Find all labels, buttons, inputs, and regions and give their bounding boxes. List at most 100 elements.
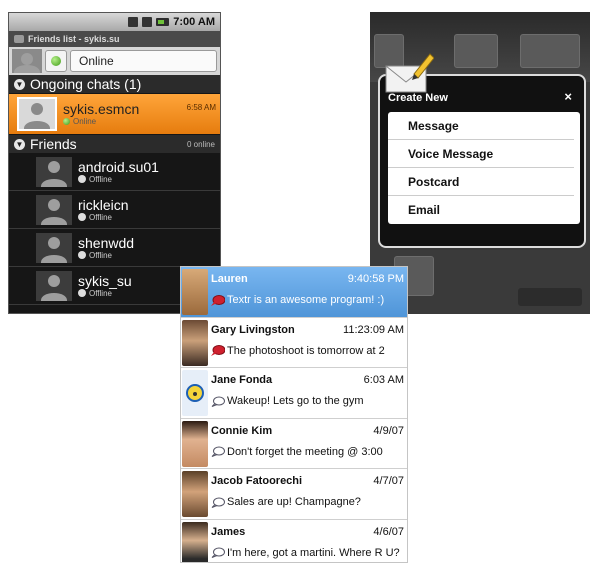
signal-icon	[142, 17, 153, 27]
conversation-row[interactable]: James 4/6/07 I'm here, got a martini. Wh…	[181, 519, 407, 562]
chat-time: 6:58 AM	[186, 103, 216, 112]
friend-name: shenwdd	[78, 234, 135, 251]
contact-name: Gary Livingston	[211, 323, 295, 336]
create-new-dialog: Create New × Message Voice Message Postc…	[378, 74, 586, 248]
avatar	[36, 194, 72, 225]
data-icon	[128, 17, 139, 27]
chat-row[interactable]: sykis.esmcn Online 6:58 AM	[9, 94, 220, 134]
conversation-row[interactable]: Jacob Fatoorechi 4/7/07 Sales are up! Ch…	[181, 469, 407, 520]
friend-row[interactable]: rickleicn Offline	[9, 191, 220, 229]
battery-icon	[156, 18, 170, 26]
message-preview: I'm here, got a martini. Where R U?	[211, 547, 400, 559]
chevron-down-icon: ▼	[14, 138, 25, 150]
conversation-row[interactable]: Gary Livingston 11:23:09 AM The photosho…	[181, 317, 407, 368]
background-tile	[454, 34, 498, 68]
avatar	[36, 156, 72, 187]
online-status-icon	[51, 56, 61, 66]
read-bubble-icon	[211, 497, 225, 508]
background-button	[518, 288, 582, 306]
menu-item-voice-message[interactable]: Voice Message	[388, 140, 574, 168]
title-bar: Friends list - sykis.su	[9, 31, 220, 47]
message-text: Don't forget the meeting @ 3:00	[227, 445, 383, 458]
friend-name: rickleicn	[78, 196, 129, 213]
message-time: 11:23:09 AM	[343, 323, 404, 336]
friends-header[interactable]: ▼ Friends 0 online	[9, 135, 220, 153]
background-tile	[520, 34, 580, 68]
status-bar: 7:00 AM	[9, 13, 220, 31]
message-preview: The photoshoot is tomorrow at 2	[211, 345, 385, 357]
message-preview: Don't forget the meeting @ 3:00	[211, 446, 383, 458]
read-bubble-icon	[211, 396, 225, 407]
friend-status-label: Offline	[89, 250, 112, 260]
offline-status-icon	[78, 289, 86, 297]
friend-status-label: Offline	[89, 288, 112, 298]
ongoing-chats-label: Ongoing chats (1)	[30, 76, 142, 92]
offline-status-icon	[78, 213, 86, 221]
contact-name: Jane Fonda	[211, 374, 273, 386]
window-title: Friends list - sykis.su	[28, 34, 120, 44]
friend-status: Offline	[78, 213, 129, 222]
chat-contact-name: sykis.esmcn	[63, 101, 140, 117]
avatar	[182, 370, 208, 416]
create-new-menu: Message Voice Message Postcard Email	[388, 112, 580, 224]
friends-label: Friends	[30, 136, 77, 152]
avatar	[182, 521, 208, 562]
message-time: 4/9/07	[373, 424, 404, 437]
friend-status-label: Offline	[89, 174, 112, 184]
status-clock: 7:00 AM	[173, 16, 215, 28]
message-text: The photoshoot is tomorrow at 2	[227, 344, 385, 357]
message-time: 9:40:58 PM	[347, 273, 404, 285]
read-bubble-icon	[211, 446, 225, 457]
chevron-down-icon: ▼	[14, 78, 25, 90]
message-time: 4/7/07	[373, 475, 404, 487]
unread-bubble-icon	[211, 345, 225, 356]
friend-row[interactable]: shenwdd Offline	[9, 229, 220, 267]
menu-item-postcard[interactable]: Postcard	[388, 168, 574, 196]
presence-row: Online	[9, 47, 220, 75]
message-text: Sales are up! Champagne?	[227, 496, 361, 508]
message-text: Wakeup! Lets go to the gym	[227, 395, 364, 407]
offline-status-icon	[78, 175, 86, 183]
presence-select[interactable]: Online	[70, 50, 217, 72]
avatar	[182, 471, 208, 517]
message-time: 6:03 AM	[363, 374, 404, 386]
message-preview: Textr is an awesome program! :)	[211, 294, 384, 306]
contact-name: James	[211, 525, 246, 538]
message-preview: Wakeup! Lets go to the gym	[211, 395, 364, 407]
contact-name: Lauren	[211, 273, 248, 285]
conversation-row[interactable]: Jane Fonda 6:03 AM Wakeup! Lets go to th…	[181, 368, 407, 419]
message-time: 4/6/07	[373, 525, 404, 538]
friends-online-count: 0 online	[186, 139, 215, 149]
read-bubble-icon	[211, 547, 225, 558]
avatar	[36, 270, 72, 301]
contact-name: Connie Kim	[211, 424, 273, 437]
ongoing-chats-header[interactable]: ▼ Ongoing chats (1)	[9, 75, 220, 93]
chat-status-label: Online	[73, 117, 97, 126]
avatar	[182, 420, 208, 467]
presence-status-button[interactable]	[45, 50, 67, 72]
avatar	[36, 232, 72, 263]
my-avatar[interactable]	[12, 49, 42, 73]
message-text: Textr is an awesome program! :)	[227, 294, 385, 306]
avatar	[17, 97, 57, 131]
conversation-row[interactable]: Lauren 9:40:58 PM Textr is an awesome pr…	[181, 267, 407, 318]
close-icon[interactable]: ×	[564, 89, 572, 104]
friend-status: Offline	[78, 251, 134, 260]
contact-name: Jacob Fatoorechi	[211, 475, 303, 487]
menu-item-email[interactable]: Email	[388, 196, 574, 224]
friend-row[interactable]: android.su01 Offline	[9, 153, 220, 191]
conversation-row[interactable]: Connie Kim 4/9/07 Don't forget the meeti…	[181, 418, 407, 469]
offline-status-icon	[78, 251, 86, 259]
smiley-icon	[186, 384, 204, 402]
friend-status: Offline	[78, 175, 159, 184]
app-icon	[14, 35, 24, 43]
chat-contact-status: Online	[63, 117, 139, 126]
friend-name: sykis_su	[78, 272, 132, 289]
textr-conversation-list: Lauren 9:40:58 PM Textr is an awesome pr…	[180, 266, 408, 563]
friend-status-label: Offline	[89, 212, 112, 222]
message-preview: Sales are up! Champagne?	[211, 496, 361, 508]
friend-status: Offline	[78, 289, 132, 298]
menu-item-message[interactable]: Message	[388, 112, 574, 140]
online-status-icon	[63, 118, 70, 125]
avatar	[182, 319, 208, 366]
